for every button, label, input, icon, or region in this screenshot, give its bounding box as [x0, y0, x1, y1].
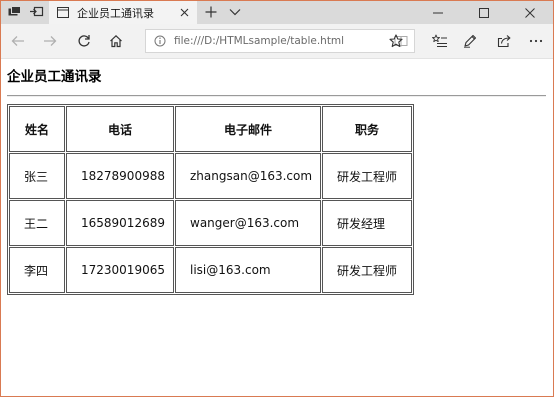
tab-title: 企业员工通讯录	[77, 6, 154, 20]
tab-actions-icon[interactable]	[5, 4, 25, 20]
cell-name: 王二	[9, 200, 65, 246]
maximize-icon[interactable]	[461, 1, 507, 24]
header-email: 电子邮件	[175, 106, 321, 152]
pen-notes-icon[interactable]	[459, 30, 481, 52]
forward-arrow-icon[interactable]	[39, 30, 61, 52]
address-bar[interactable]: file:///D:/HTMLsample/table.html	[145, 29, 415, 53]
table-row: 李四 17230019065 lisi@163.com 研发工程师	[9, 247, 412, 293]
more-icon[interactable]	[525, 30, 547, 52]
page-icon	[57, 7, 69, 19]
navigation-bar: file:///D:/HTMLsample/table.html	[1, 24, 553, 59]
cell-role: 研发经理	[322, 200, 412, 246]
back-arrow-icon[interactable]	[7, 30, 29, 52]
favorites-list-icon[interactable]	[429, 30, 451, 52]
cell-role: 研发工程师	[322, 247, 412, 293]
cell-name: 李四	[9, 247, 65, 293]
header-role: 职务	[322, 106, 412, 152]
favorite-star-icon[interactable]	[385, 30, 407, 52]
close-icon[interactable]	[177, 5, 191, 19]
share-icon[interactable]	[493, 30, 515, 52]
cell-name: 张三	[9, 153, 65, 199]
set-aside-tabs-icon[interactable]	[27, 4, 47, 20]
table-row: 张三 18278900988 zhangsan@163.com 研发工程师	[9, 153, 412, 199]
cell-email: wanger@163.com	[175, 200, 321, 246]
cell-phone: 18278900988	[66, 153, 174, 199]
table-row: 王二 16589012689 wanger@163.com 研发经理	[9, 200, 412, 246]
page-content: 企业员工通讯录 姓名 电话 电子邮件 职务 张三 18278900988 zha…	[1, 59, 553, 396]
table-header-row: 姓名 电话 电子邮件 职务	[9, 106, 412, 152]
minimize-icon[interactable]	[415, 1, 461, 24]
divider	[7, 95, 546, 97]
title-bar: 企业员工通讯录	[1, 1, 553, 24]
refresh-icon[interactable]	[73, 30, 95, 52]
cell-phone: 16589012689	[66, 200, 174, 246]
info-icon[interactable]	[152, 33, 168, 49]
header-name: 姓名	[9, 106, 65, 152]
home-icon[interactable]	[105, 30, 127, 52]
active-tab[interactable]: 企业员工通讯录	[49, 1, 197, 24]
cell-role: 研发工程师	[322, 153, 412, 199]
employee-table: 姓名 电话 电子邮件 职务 张三 18278900988 zhangsan@16…	[7, 104, 414, 295]
page-title: 企业员工通讯录	[7, 69, 102, 85]
close-window-icon[interactable]	[507, 1, 553, 24]
header-phone: 电话	[66, 106, 174, 152]
cell-email: lisi@163.com	[175, 247, 321, 293]
plus-icon[interactable]	[203, 4, 219, 20]
browser-window: 企业员工通讯录 file:///D:/HTMLsample/table.html…	[0, 0, 554, 397]
url-text: file:///D:/HTMLsample/table.html	[174, 35, 345, 47]
chevron-down-icon[interactable]	[227, 4, 243, 20]
cell-phone: 17230019065	[66, 247, 174, 293]
cell-email: zhangsan@163.com	[175, 153, 321, 199]
